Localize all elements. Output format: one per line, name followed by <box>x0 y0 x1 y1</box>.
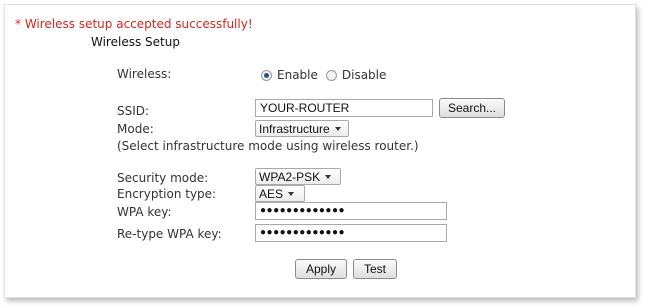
search-button[interactable]: Search... <box>439 98 505 118</box>
security-mode-select[interactable]: WPA2-PSK <box>255 168 341 185</box>
mode-select[interactable]: Infrastructure <box>255 120 349 137</box>
wpa-key-label: WPA key: <box>117 205 172 219</box>
chevron-down-icon <box>325 174 332 179</box>
chevron-down-icon <box>334 126 341 131</box>
retype-wpa-key-input[interactable]: ●●●●●●●●●●●●● <box>255 224 447 242</box>
chevron-down-icon <box>288 191 295 196</box>
security-mode-label: Security mode: <box>117 171 209 185</box>
disable-label[interactable]: Disable <box>342 68 387 82</box>
wireless-radio-group: Enable Disable <box>261 68 394 82</box>
encryption-type-select[interactable]: AES <box>255 185 305 202</box>
test-button[interactable]: Test <box>353 259 397 279</box>
wireless-label: Wireless: <box>117 67 172 81</box>
retype-wpa-key-label: Re-type WPA key: <box>117 227 222 241</box>
section-title: Wireless Setup <box>91 35 180 49</box>
ssid-input[interactable]: YOUR-ROUTER <box>255 99 433 117</box>
enable-radio[interactable] <box>261 69 272 81</box>
ssid-label: SSID: <box>117 104 150 118</box>
mode-label: Mode: <box>117 122 154 136</box>
encryption-type-value: AES <box>259 186 284 201</box>
apply-button[interactable]: Apply <box>295 259 347 279</box>
wpa-key-input[interactable]: ●●●●●●●●●●●●● <box>255 202 447 220</box>
security-mode-value: WPA2-PSK <box>259 169 321 184</box>
disable-radio[interactable] <box>325 69 337 81</box>
success-message: * Wireless setup accepted successfully! <box>15 17 253 31</box>
mode-hint: (Select infrastructure mode using wirele… <box>117 139 419 153</box>
wireless-setup-panel: * Wireless setup accepted successfully! … <box>4 4 636 298</box>
encryption-type-label: Encryption type: <box>117 187 217 201</box>
enable-label[interactable]: Enable <box>277 68 318 82</box>
mode-select-value: Infrastructure <box>259 121 330 136</box>
